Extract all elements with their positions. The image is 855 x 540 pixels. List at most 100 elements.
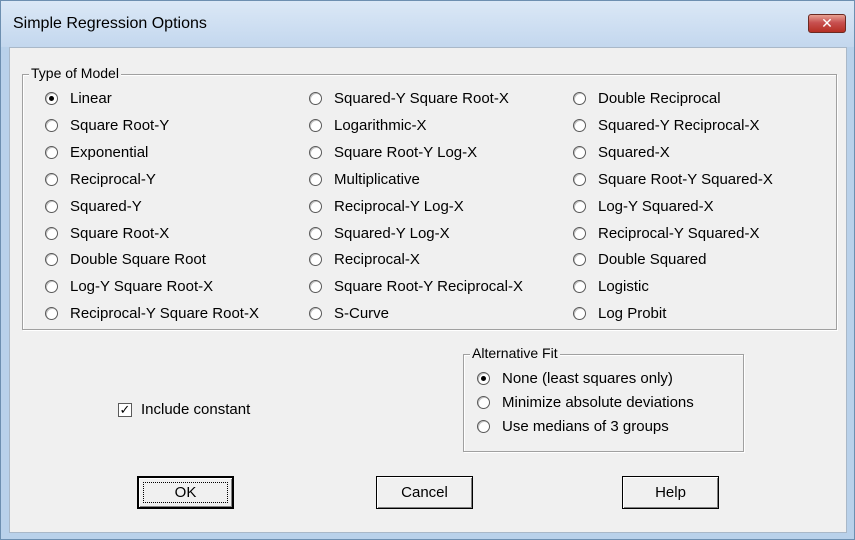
radio-label: Reciprocal-X	[334, 250, 420, 268]
radio-squared-y-log-x[interactable]: Squared-Y Log-X	[309, 222, 450, 244]
help-button-label: Help	[655, 484, 686, 501]
radio-linear[interactable]: Linear	[45, 87, 112, 109]
radio-double-squared[interactable]: Double Squared	[573, 248, 706, 270]
radio-label: S-Curve	[334, 304, 390, 322]
radio-circle-icon[interactable]	[45, 118, 58, 132]
radio-circle-icon[interactable]	[573, 145, 586, 159]
radio-label: Squared-Y Log-X	[334, 224, 450, 242]
radio-label: Logarithmic-X	[334, 116, 427, 134]
radio-circle-icon[interactable]	[309, 118, 322, 132]
radio-label: Square Root-Y Log-X	[334, 143, 478, 161]
radio-double-square-root[interactable]: Double Square Root	[45, 248, 206, 270]
radio-circle-icon[interactable]	[477, 371, 490, 385]
include-constant-label: Include constant	[141, 401, 251, 418]
radio-reciprocal-y-squared-x[interactable]: Reciprocal-Y Squared-X	[573, 222, 759, 244]
radio-circle-icon[interactable]	[477, 419, 490, 433]
radio-circle-icon[interactable]	[309, 199, 322, 213]
radio-reciprocal-y-log-x[interactable]: Reciprocal-Y Log-X	[309, 195, 464, 217]
radio-label: Double Squared	[598, 250, 707, 268]
radio-circle-icon[interactable]	[573, 199, 586, 213]
radio-squared-y-square-root-x[interactable]: Squared-Y Square Root-X	[309, 87, 509, 109]
radio-circle-icon[interactable]	[45, 172, 58, 186]
cancel-button[interactable]: Cancel	[376, 476, 473, 509]
radio-multiplicative[interactable]: Multiplicative	[309, 168, 420, 190]
radio-label: Use medians of 3 groups	[502, 417, 669, 435]
close-button[interactable]: ✕	[808, 14, 846, 33]
radio-circle-icon[interactable]	[45, 279, 58, 293]
radio-circle-icon[interactable]	[309, 91, 322, 105]
radio-log-y-square-root-x[interactable]: Log-Y Square Root-X	[45, 275, 213, 297]
radio-circle-icon[interactable]	[45, 199, 58, 213]
radio-label: Squared-Y	[70, 197, 142, 215]
radio-s-curve[interactable]: S-Curve	[309, 302, 389, 324]
radio-reciprocal-y[interactable]: Reciprocal-Y	[45, 168, 156, 190]
radio-label: Double Reciprocal	[598, 89, 721, 107]
radio-reciprocal-x[interactable]: Reciprocal-X	[309, 248, 420, 270]
radio-none-least-squares-only[interactable]: None (least squares only)	[477, 367, 673, 389]
type-of-model-legend: Type of Model	[29, 65, 121, 81]
radio-circle-icon[interactable]	[573, 118, 586, 132]
radio-circle-icon[interactable]	[45, 306, 58, 320]
radio-square-root-y-log-x[interactable]: Square Root-Y Log-X	[309, 141, 477, 163]
radio-label: Reciprocal-Y Log-X	[334, 197, 464, 215]
radio-circle-icon[interactable]	[573, 226, 586, 240]
radio-label: Linear	[70, 89, 112, 107]
alternative-fit-legend: Alternative Fit	[470, 345, 560, 361]
focus-rectangle	[143, 482, 228, 503]
radio-circle-icon[interactable]	[45, 252, 58, 266]
radio-log-y-squared-x[interactable]: Log-Y Squared-X	[573, 195, 714, 217]
radio-label: Exponential	[70, 143, 149, 161]
radio-circle-icon[interactable]	[573, 172, 586, 186]
radio-circle-icon[interactable]	[45, 145, 58, 159]
radio-square-root-y-squared-x[interactable]: Square Root-Y Squared-X	[573, 168, 773, 190]
radio-circle-icon[interactable]	[309, 306, 322, 320]
dialog-client-area: Type of Model Alternative Fit ✓ Include …	[9, 47, 847, 533]
radio-squared-y[interactable]: Squared-Y	[45, 195, 142, 217]
radio-reciprocal-y-square-root-x[interactable]: Reciprocal-Y Square Root-X	[45, 302, 259, 324]
radio-circle-icon[interactable]	[573, 279, 586, 293]
radio-circle-icon[interactable]	[573, 306, 586, 320]
radio-label: Square Root-Y Squared-X	[598, 170, 773, 188]
radio-double-reciprocal[interactable]: Double Reciprocal	[573, 87, 721, 109]
radio-label: Square Root-X	[70, 224, 170, 242]
checkmark-icon: ✓	[119, 401, 131, 417]
radio-label: Logistic	[598, 277, 649, 295]
radio-minimize-absolute-deviations[interactable]: Minimize absolute deviations	[477, 391, 694, 413]
radio-label: Multiplicative	[334, 170, 420, 188]
radio-use-medians-of-3-groups[interactable]: Use medians of 3 groups	[477, 415, 669, 437]
radio-circle-icon[interactable]	[573, 252, 586, 266]
radio-circle-icon[interactable]	[309, 279, 322, 293]
radio-label: None (least squares only)	[502, 369, 673, 387]
radio-label: Squared-Y Square Root-X	[334, 89, 509, 107]
radio-circle-icon[interactable]	[309, 145, 322, 159]
radio-square-root-y[interactable]: Square Root-Y	[45, 114, 169, 136]
radio-circle-icon[interactable]	[309, 252, 322, 266]
radio-label: Squared-Y Reciprocal-X	[598, 116, 760, 134]
radio-logistic[interactable]: Logistic	[573, 275, 649, 297]
include-constant-checkbox[interactable]: ✓ Include constant	[118, 401, 250, 418]
radio-logarithmic-x[interactable]: Logarithmic-X	[309, 114, 427, 136]
radio-square-root-x[interactable]: Square Root-X	[45, 222, 169, 244]
radio-label: Minimize absolute deviations	[502, 393, 694, 411]
radio-square-root-y-reciprocal-x[interactable]: Square Root-Y Reciprocal-X	[309, 275, 523, 297]
radio-exponential[interactable]: Exponential	[45, 141, 148, 163]
radio-log-probit[interactable]: Log Probit	[573, 302, 666, 324]
radio-label: Double Square Root	[70, 250, 206, 268]
title-bar[interactable]: Simple Regression Options ✕	[1, 1, 854, 47]
help-button[interactable]: Help	[622, 476, 719, 509]
radio-squared-x[interactable]: Squared-X	[573, 141, 670, 163]
cancel-button-label: Cancel	[401, 484, 448, 501]
radio-label: Squared-X	[598, 143, 670, 161]
close-icon: ✕	[821, 15, 833, 31]
radio-label: Log Probit	[598, 304, 667, 322]
radio-circle-icon[interactable]	[309, 226, 322, 240]
radio-circle-icon[interactable]	[309, 172, 322, 186]
radio-circle-icon[interactable]	[573, 91, 586, 105]
radio-squared-y-reciprocal-x[interactable]: Squared-Y Reciprocal-X	[573, 114, 759, 136]
radio-circle-icon[interactable]	[45, 91, 58, 105]
ok-button[interactable]: OK	[137, 476, 234, 509]
radio-circle-icon[interactable]	[477, 395, 490, 409]
checkbox-box[interactable]: ✓	[118, 401, 132, 417]
radio-circle-icon[interactable]	[45, 226, 58, 240]
radio-label: Reciprocal-Y	[70, 170, 156, 188]
